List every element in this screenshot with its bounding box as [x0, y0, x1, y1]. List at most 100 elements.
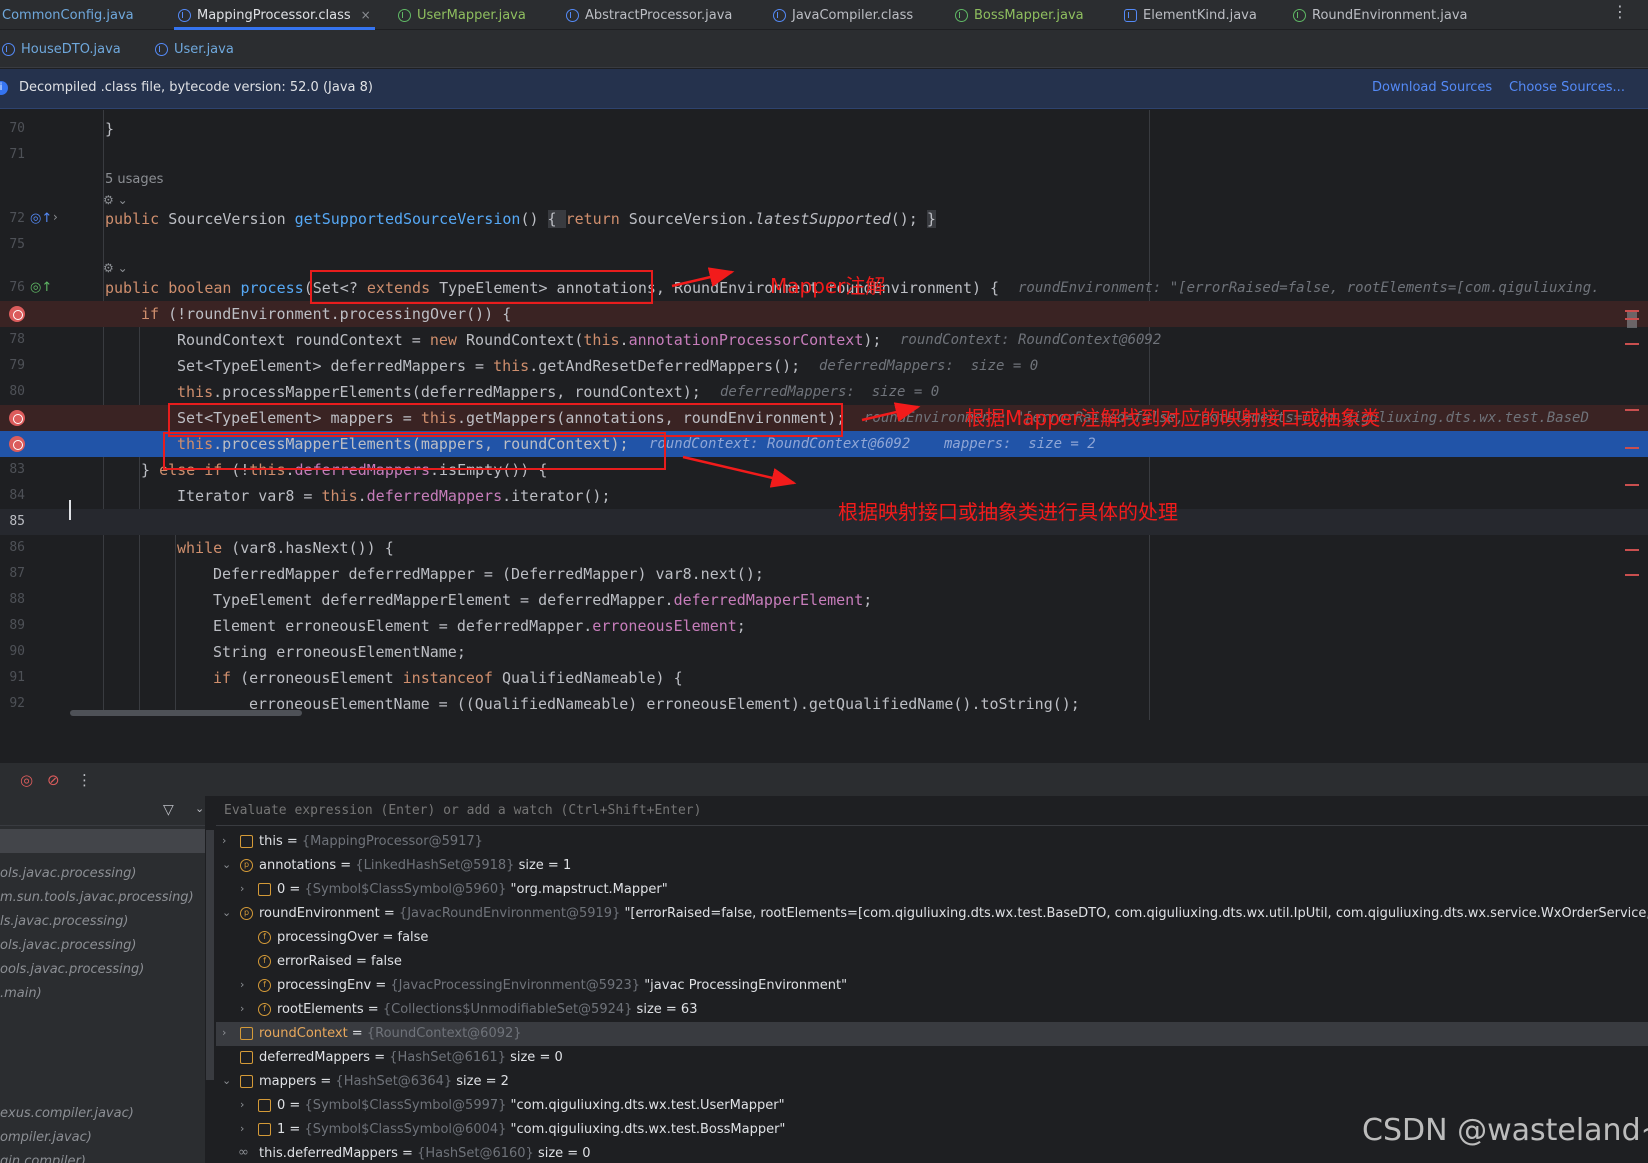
variable-row-selected[interactable]: › roundContext = {RoundContext@6092} [216, 1022, 1648, 1046]
filter-icon[interactable]: ▽ [163, 802, 174, 818]
code-text: if (!roundEnvironment.processingOver()) … [141, 305, 512, 323]
tab-roundenvironment[interactable]: RoundEnvironment.java [1293, 0, 1468, 30]
variable-row[interactable]: › f rootElements = {Collections$Unmodifi… [216, 998, 1648, 1022]
code-line: 75 [0, 232, 1648, 258]
stack-frame[interactable]: gin.compiler) [0, 1154, 86, 1163]
tab-housedto[interactable]: HouseDTO.java [2, 30, 121, 68]
error-stripe-mark[interactable] [1625, 574, 1639, 576]
tab-mappingprocessor-label: MappingProcessor.class [197, 7, 351, 23]
line-number: 83 [9, 462, 25, 477]
variable-row[interactable]: deferredMappers = {HashSet@6161} size = … [216, 1046, 1648, 1070]
tab-elementkind[interactable]: ElementKind.java [1124, 0, 1257, 30]
chevron-right-icon[interactable]: › [240, 1098, 244, 1111]
more-tabs-icon[interactable]: ⋮ [1612, 2, 1628, 21]
stack-frame[interactable]: ls.javac.processing) [0, 914, 128, 929]
editor-tab-bar-row2: HouseDTO.java User.java [0, 30, 1648, 68]
chevron-right-icon[interactable]: › [240, 978, 244, 991]
chevron-down-icon[interactable]: ⌄ [222, 1074, 231, 1087]
tab-elementkind-label: ElementKind.java [1143, 7, 1257, 23]
line-number: 78 [9, 332, 25, 347]
mute-breakpoints-icon[interactable]: ⊘ [47, 771, 60, 789]
variable-row[interactable]: ⌄ mappers = {HashSet@6364} size = 2 [216, 1070, 1648, 1094]
code-line: 80 this.processMapperElements(deferredMa… [0, 379, 1648, 405]
horizontal-scrollbar[interactable] [70, 710, 302, 716]
stack-frame[interactable]: ols.javac.processing) [0, 938, 136, 953]
close-icon[interactable]: × [361, 8, 371, 22]
stack-frame[interactable]: ompiler.javac) [0, 1130, 92, 1145]
tab-javacompiler[interactable]: JavaCompiler.class [773, 0, 913, 30]
error-stripe-mark[interactable] [1625, 343, 1639, 345]
code-line: 78 RoundContext roundContext = new Round… [0, 327, 1648, 353]
tab-commonconfig[interactable]: CommonConfig.java [2, 0, 134, 30]
annotation-find-mappers: 根据Mapper注解找到对应的映射接口或抽象类 [965, 406, 1381, 430]
stack-frame[interactable]: ools.javac.processing) [0, 962, 144, 977]
code-line: 84 Iterator var8 = this.deferredMappers.… [0, 483, 1648, 509]
code-line: 88 TypeElement deferredMapperElement = d… [0, 587, 1648, 613]
line-number: 89 [9, 618, 25, 633]
error-stripe-mark[interactable] [1625, 409, 1639, 411]
stack-frame[interactable]: ols.javac.processing) [0, 866, 136, 881]
frames-panel: ▽ ⌄ ols.javac.processing) m.sun.tools.ja… [0, 796, 206, 1163]
code-line: 70 } [0, 116, 1648, 142]
variable-row[interactable]: ⌄ p annotations = {LinkedHashSet@5918} s… [216, 854, 1648, 878]
tab-abstractprocessor-label: AbstractProcessor.java [585, 7, 733, 23]
interface-icon [398, 8, 411, 22]
tab-user[interactable]: User.java [155, 30, 234, 68]
stack-frame[interactable]: m.sun.tools.javac.processing) [0, 890, 194, 905]
line-number: 92 [9, 696, 25, 711]
variable-row[interactable]: f errorRaised = false [216, 950, 1648, 974]
expand-fold-icon[interactable]: › [53, 210, 58, 224]
breakpoint-icon[interactable] [9, 306, 25, 322]
tab-usermapper-label: UserMapper.java [417, 7, 526, 23]
code-text: Element erroneousElement = deferredMappe… [213, 617, 746, 635]
frames-scrollbar[interactable] [206, 830, 214, 1080]
code-text: public SourceVersion getSupportedSourceV… [105, 210, 936, 228]
line-number: 90 [9, 644, 25, 659]
usages-hint[interactable]: 5 usages [105, 172, 163, 187]
error-stripe-mark[interactable] [1625, 447, 1639, 449]
code-text: TypeElement deferredMapperElement = defe… [213, 591, 873, 609]
field-icon: f [258, 955, 271, 968]
class-icon [178, 8, 191, 22]
variable-row[interactable]: › this = {MappingProcessor@5917} [216, 830, 1648, 854]
tab-mappingprocessor[interactable]: MappingProcessor.class × [174, 0, 375, 30]
chevron-right-icon[interactable]: › [240, 1122, 244, 1135]
view-breakpoints-icon[interactable]: ◎ [20, 771, 33, 789]
breakpoint-icon[interactable] [9, 410, 25, 426]
code-lens-icon[interactable]: ⚙ ⌄ [103, 193, 128, 207]
tab-abstractprocessor[interactable]: AbstractProcessor.java [566, 0, 732, 30]
variable-row[interactable]: f processingOver = false [216, 926, 1648, 950]
object-icon [240, 1075, 253, 1088]
chevron-down-icon[interactable]: ⌄ [222, 906, 231, 919]
override-icon[interactable]: ◎↑ [30, 211, 52, 226]
selected-frame[interactable] [0, 829, 205, 853]
chevron-down-icon[interactable]: ⌄ [222, 858, 231, 871]
evaluate-expression-input[interactable] [224, 803, 1224, 818]
enum-icon [1124, 8, 1137, 22]
variable-row[interactable]: ⌄ p roundEnvironment = {JavacRoundEnviro… [216, 902, 1648, 926]
variable-row[interactable]: › 0 = {Symbol$ClassSymbol@5960} "org.map… [216, 878, 1648, 902]
chevron-right-icon[interactable]: › [240, 882, 244, 895]
error-stripe-mark[interactable] [1625, 318, 1639, 320]
chevron-down-icon[interactable]: ⌄ [195, 802, 204, 815]
stack-frame[interactable]: exus.compiler.javac) [0, 1106, 134, 1121]
choose-sources-link[interactable]: Choose Sources... [1509, 80, 1625, 95]
error-stripe-mark[interactable] [1625, 310, 1639, 312]
download-sources-link[interactable]: Download Sources [1372, 80, 1492, 95]
tab-usermapper[interactable]: UserMapper.java [398, 0, 526, 30]
inline-debug-value: deferredMappers: size = 0 [819, 358, 1039, 374]
more-options-icon[interactable]: ⋮ [77, 771, 92, 789]
chevron-right-icon[interactable]: › [240, 1002, 244, 1015]
chevron-right-icon[interactable]: › [222, 834, 226, 847]
tab-bossmapper[interactable]: BossMapper.java [955, 0, 1084, 30]
stack-frame[interactable]: .main) [0, 986, 42, 1001]
error-stripe-mark[interactable] [1625, 549, 1639, 551]
variable-row[interactable]: › f processingEnv = {JavacProcessingEnvi… [216, 974, 1648, 998]
code-text: } [105, 120, 115, 138]
chevron-right-icon[interactable]: › [222, 1026, 226, 1039]
tab-housedto-label: HouseDTO.java [21, 41, 121, 57]
error-stripe-mark[interactable] [1625, 484, 1639, 486]
implements-icon[interactable]: ◎↑ [30, 280, 52, 295]
breakpoint-icon[interactable] [9, 436, 25, 452]
code-lens-icon[interactable]: ⚙ ⌄ [103, 261, 128, 275]
